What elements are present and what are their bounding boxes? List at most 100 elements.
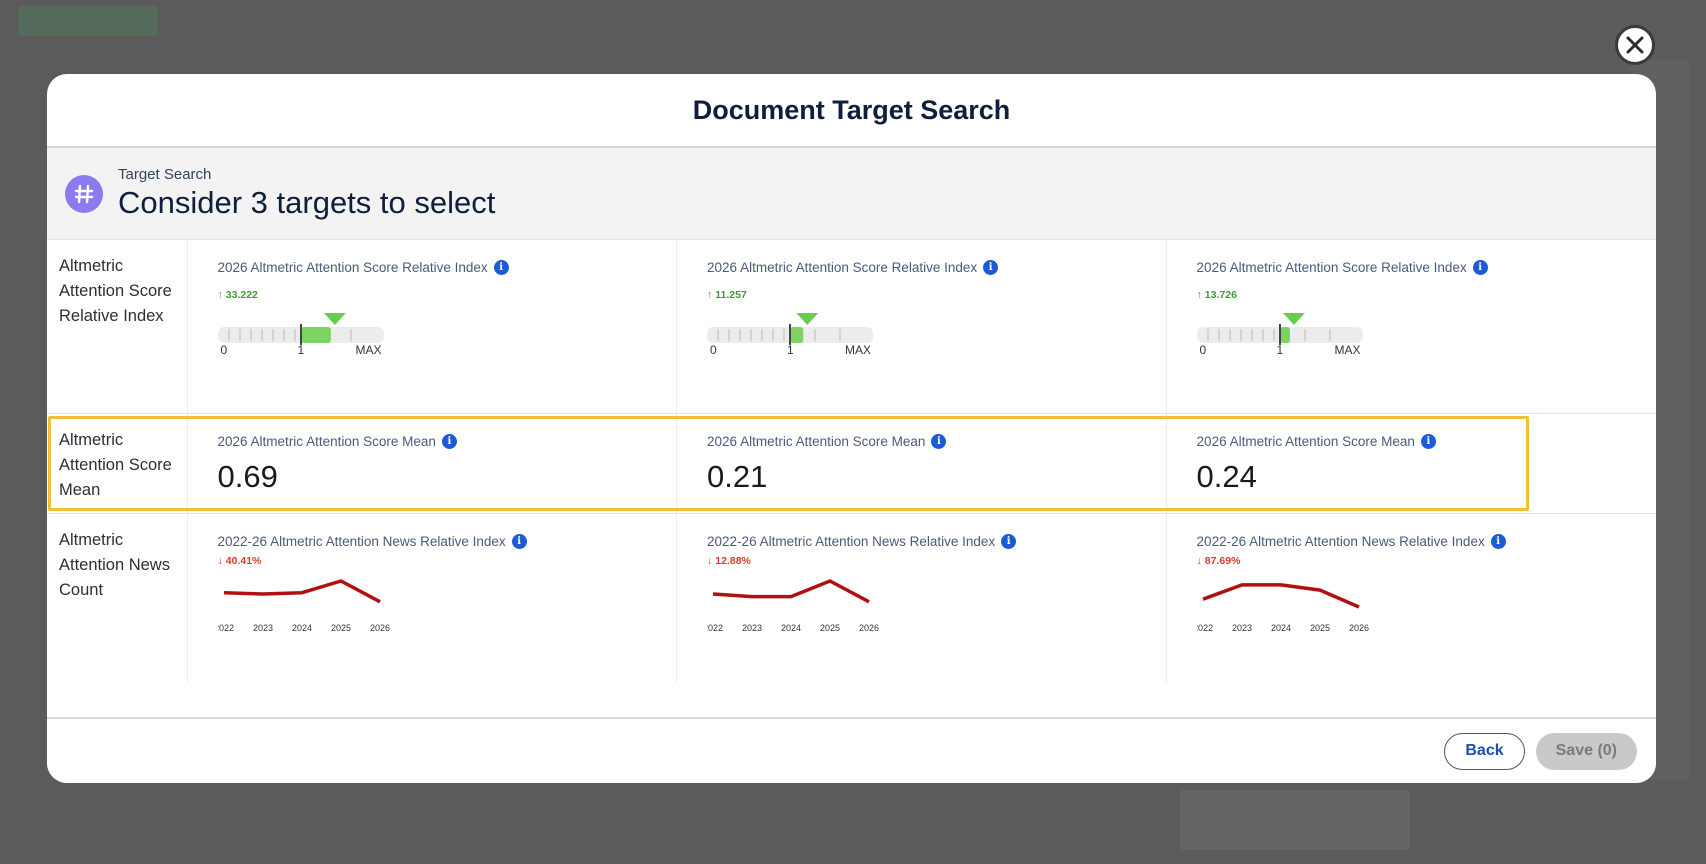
gauge-svg — [217, 313, 384, 345]
banner-kicker: Target Search — [118, 166, 212, 183]
news-sparkline: 2022 2023 2024 2025 2026 — [707, 571, 1166, 641]
target-cell: 2026 Altmetric Attention Score Relative … — [1167, 240, 1656, 413]
relative-index-gauge: 0 1 MAX — [1196, 305, 1367, 357]
arrow-down-icon: ↓ — [707, 555, 713, 567]
sparkline-year-label: 2023 — [1232, 623, 1252, 633]
arrow-down-icon: ↓ — [1196, 555, 1202, 567]
relative-index-gauge: 0 1 MAX — [217, 305, 388, 357]
sparkline-year-label: 2022 — [707, 623, 723, 633]
target-cell: 2026 Altmetric Attention Score Relative … — [677, 240, 1167, 413]
target-cell: 2026 Altmetric Attention Score Mean i 0.… — [677, 414, 1167, 513]
gauge-label: 1 — [787, 343, 794, 357]
news-sparkline: 2022 2023 2024 2025 2026 — [218, 571, 677, 641]
modal-title: Document Target Search — [692, 94, 1011, 125]
sparkline-year-label: 2026 — [370, 623, 390, 633]
sparkline-year-label: 2026 — [1349, 623, 1369, 633]
delta-value: 87.69% — [1204, 555, 1241, 567]
gauge-fill — [300, 327, 331, 343]
sparkline-year-label: 2024 — [292, 623, 312, 633]
gauge-label: 1 — [297, 343, 305, 357]
info-icon[interactable]: i — [493, 260, 509, 275]
info-icon[interactable]: i — [983, 260, 999, 275]
sparkline-year-label: 2025 — [1310, 623, 1330, 633]
delta-value: 13.726 — [1204, 289, 1237, 301]
arrow-up-icon: ↑ — [217, 289, 223, 301]
metric-title: 2022-26 Altmetric Attention News Relativ… — [1196, 534, 1485, 549]
gauge-label: 0 — [1199, 343, 1207, 357]
row-relative-index: Altmetric Attention Score Relative Index… — [47, 240, 1656, 414]
sparkline-year-label: 2023 — [742, 623, 762, 633]
gauge-fill — [1279, 327, 1290, 343]
info-icon[interactable]: i — [931, 434, 947, 449]
back-button[interactable]: Back — [1444, 732, 1525, 770]
info-icon[interactable]: i — [511, 534, 527, 549]
metric-title: 2026 Altmetric Attention Score Relative … — [707, 260, 978, 275]
info-icon[interactable]: i — [1490, 534, 1506, 549]
sparkline-line — [223, 579, 381, 604]
row-score-mean: Altmetric Attention Score Mean 2026 Altm… — [47, 414, 1656, 513]
gauge-fill — [790, 327, 804, 343]
sparkline-year-label: 2023 — [253, 623, 273, 633]
gauge-label: 1 — [1276, 343, 1284, 357]
gauge-position-marker — [796, 313, 819, 325]
metric-title: 2026 Altmetric Attention Score Relative … — [217, 260, 488, 275]
sparkline-year-label: 2026 — [859, 623, 879, 633]
metric-title: 2026 Altmetric Attention Score Mean — [1196, 434, 1415, 449]
sparkline-svg: 2022 2023 2024 2025 2026 — [218, 579, 390, 633]
sparkline-line — [1201, 583, 1360, 609]
target-cell: 2022-26 Altmetric Attention News Relativ… — [1167, 514, 1656, 683]
sparkline-svg: 2022 2023 2024 2025 2026 — [707, 579, 879, 633]
metric-title: 2026 Altmetric Attention Score Mean — [217, 434, 436, 449]
delta-value: 11.257 — [715, 289, 747, 301]
sparkline-svg: 2022 2023 2024 2025 2026 — [1197, 583, 1369, 633]
arrow-up-icon: ↑ — [1196, 289, 1202, 301]
target-search-banner: Target Search Consider 3 targets to sele… — [47, 148, 1656, 240]
modal-header: Document Target Search — [47, 74, 1656, 148]
info-icon[interactable]: i — [441, 434, 457, 449]
metric-title: 2022-26 Altmetric Attention News Relativ… — [217, 534, 506, 549]
arrow-up-icon: ↑ — [707, 289, 713, 301]
gauge-label: 0 — [220, 343, 228, 357]
metric-title: 2026 Altmetric Attention Score Relative … — [1196, 260, 1467, 275]
row-label-score-mean: Altmetric Attention Score Mean — [47, 414, 188, 513]
close-button[interactable] — [1615, 25, 1655, 65]
relative-index-gauge: 0 1 MAX — [707, 305, 877, 357]
sparkline-year-label: 2025 — [331, 623, 351, 633]
sparkline-line — [712, 579, 870, 604]
gauge-position-marker — [1282, 313, 1305, 325]
target-cell: 2022-26 Altmetric Attention News Relativ… — [188, 514, 678, 683]
sparkline-year-label: 2024 — [781, 623, 801, 633]
metric-title: 2026 Altmetric Attention Score Mean — [707, 434, 926, 449]
target-cell: 2026 Altmetric Attention Score Mean i 0.… — [188, 414, 678, 513]
metric-title: 2022-26 Altmetric Attention News Relativ… — [707, 534, 996, 549]
info-icon[interactable]: i — [1420, 434, 1436, 449]
gauge-label: 0 — [710, 343, 717, 357]
backdrop-header-hint — [18, 6, 158, 36]
info-icon[interactable]: i — [1472, 260, 1488, 275]
sparkline-year-label: 2022 — [218, 623, 234, 633]
banner-heading: Consider 3 targets to select — [118, 185, 496, 220]
row-label-relative-index: Altmetric Attention Score Relative Index — [47, 240, 188, 413]
close-icon — [1626, 36, 1644, 54]
info-icon[interactable]: i — [1001, 534, 1017, 549]
gauge-label: MAX — [1334, 343, 1361, 357]
modal-footer: Back Save (0) — [47, 717, 1656, 783]
row-label-news-count: Altmetric Attention News Count — [47, 514, 188, 683]
delta-value: 33.222 — [225, 289, 258, 301]
gauge-position-marker — [323, 313, 346, 325]
sparkline-year-label: 2022 — [1197, 623, 1213, 633]
row-news-count: Altmetric Attention News Count 2022-26 A… — [47, 513, 1656, 683]
sparkline-year-label: 2024 — [1271, 623, 1291, 633]
mean-value: 0.24 — [1196, 459, 1257, 494]
delta-value: 40.41% — [225, 555, 262, 567]
target-cell: 2022-26 Altmetric Attention News Relativ… — [677, 514, 1167, 683]
gauge-svg — [1196, 313, 1363, 345]
backdrop-content-hint — [1180, 790, 1410, 850]
target-search-modal: Document Target Search Target Search Con… — [47, 74, 1656, 783]
comparison-rows: Altmetric Attention Score Relative Index… — [47, 240, 1656, 683]
target-cell: 2026 Altmetric Attention Score Mean i 0.… — [1167, 414, 1656, 513]
gauge-svg — [707, 313, 874, 345]
gauge-label: MAX — [845, 343, 872, 357]
hashtag-icon — [65, 174, 103, 213]
save-button[interactable]: Save (0) — [1535, 732, 1637, 770]
